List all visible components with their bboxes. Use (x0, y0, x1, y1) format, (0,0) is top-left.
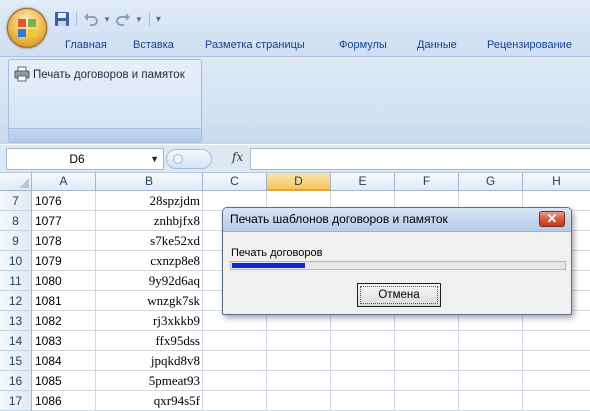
cell-b[interactable]: 9y92d6aq (96, 271, 202, 291)
tab-home[interactable]: Главная (51, 36, 123, 56)
cell-a[interactable]: 1079 (34, 251, 94, 271)
tab-formulas[interactable]: Формулы (329, 36, 407, 56)
insert-function-icon[interactable]: fx (232, 150, 243, 164)
cell-a[interactable]: 1082 (34, 311, 94, 331)
cell-a[interactable]: 1083 (34, 331, 94, 351)
printer-icon (14, 66, 30, 85)
dialog-body: Печать договоров Отмена (224, 233, 570, 313)
formula-expand-handle[interactable] (166, 149, 212, 169)
row-header[interactable]: 11 (0, 271, 32, 291)
cell-b[interactable]: znhbjfx8 (96, 211, 202, 231)
cell-a[interactable]: 1076 (34, 191, 94, 211)
print-contracts-label: Печать договоров и памяток (33, 69, 185, 81)
cell-a[interactable]: 1077 (34, 211, 94, 231)
column-header-e[interactable]: E (331, 173, 395, 191)
column-header-b[interactable]: B (96, 173, 203, 191)
column-header-h[interactable]: H (523, 173, 590, 191)
cell-b[interactable]: wnzgk7sk (96, 291, 202, 311)
ribbon: Печать договоров и памяток (0, 56, 590, 144)
row-header[interactable]: 14 (0, 331, 32, 351)
print-progress-dialog: Печать шаблонов договоров и памяток ✕ Пе… (222, 207, 572, 315)
office-logo-icon (18, 19, 36, 37)
cancel-button[interactable]: Отмена (357, 283, 441, 307)
column-header-f[interactable]: F (395, 173, 459, 191)
ribbon-tabs: Главная Вставка Разметка страницы Формул… (51, 36, 587, 56)
progress-bar (230, 261, 566, 270)
undo-dropdown-icon[interactable]: ▼ (103, 15, 111, 24)
toolbar-separator (148, 12, 150, 26)
toolbar-separator (76, 12, 77, 26)
row-header[interactable]: 13 (0, 311, 32, 331)
cell-b[interactable]: jpqkd8v8 (96, 351, 202, 371)
select-all-corner[interactable] (0, 173, 32, 191)
office-button[interactable] (7, 8, 47, 48)
name-box[interactable]: D6 ▼ (6, 148, 164, 170)
dialog-status-text: Печать договоров (231, 247, 323, 259)
select-all-icon (19, 178, 29, 188)
column-header-g[interactable]: G (459, 173, 523, 191)
name-box-value: D6 (69, 152, 85, 166)
row-header[interactable]: 9 (0, 231, 32, 251)
row-header[interactable]: 7 (0, 191, 32, 211)
cell-b[interactable]: qxr94s5f (96, 391, 202, 411)
row-header[interactable]: 10 (0, 251, 32, 271)
redo-icon[interactable] (115, 11, 131, 27)
column-header-d[interactable]: D (267, 173, 331, 191)
cell-b[interactable]: 5pmeat93 (96, 371, 202, 391)
row-header[interactable]: 17 (0, 391, 32, 411)
gridline (202, 191, 203, 411)
cell-a[interactable]: 1081 (34, 291, 94, 311)
cell-b[interactable]: 28spzjdm (96, 191, 202, 211)
close-icon: ✕ (546, 211, 558, 226)
print-contracts-button[interactable]: Печать договоров и памяток (14, 66, 185, 84)
tab-data[interactable]: Данные (407, 36, 477, 56)
tab-review[interactable]: Рецензирование (477, 36, 587, 56)
row-header[interactable]: 8 (0, 211, 32, 231)
formula-buttons: fx (166, 148, 250, 170)
dialog-title-bar[interactable]: Печать шаблонов договоров и памяток ✕ (223, 208, 571, 232)
tab-insert[interactable]: Вставка (123, 36, 195, 56)
title-bar: ▼ ▼ ▾ Главная Вставка Разметка страницы … (0, 0, 590, 56)
cell-a[interactable]: 1080 (34, 271, 94, 291)
customize-qat-icon[interactable]: ▾ (156, 14, 161, 25)
row-header[interactable]: 12 (0, 291, 32, 311)
circle-icon (173, 154, 183, 164)
cell-b[interactable]: ffx95dss (96, 331, 202, 351)
cell-a[interactable]: 1084 (34, 351, 94, 371)
undo-icon[interactable] (83, 11, 99, 27)
quick-access-toolbar: ▼ ▼ ▾ (54, 9, 161, 29)
redo-dropdown-icon[interactable]: ▼ (135, 15, 143, 24)
name-box-dropdown-icon[interactable]: ▼ (150, 154, 159, 164)
column-header-c[interactable]: C (203, 173, 267, 191)
ribbon-group-footer (9, 128, 201, 142)
formula-bar: D6 ▼ fx (0, 145, 590, 173)
cell-b[interactable]: s7ke52xd (96, 231, 202, 251)
tab-page-layout[interactable]: Разметка страницы (195, 36, 329, 56)
cell-b[interactable]: rj3xkkb9 (96, 311, 202, 331)
cell-b[interactable]: cxnzp8e8 (96, 251, 202, 271)
row-header[interactable]: 15 (0, 351, 32, 371)
ribbon-group: Печать договоров и памяток (8, 59, 202, 143)
row-header[interactable]: 16 (0, 371, 32, 391)
progress-bar-fill (232, 263, 305, 268)
dialog-title: Печать шаблонов договоров и памяток (230, 212, 448, 226)
column-header-a[interactable]: A (32, 173, 96, 191)
cell-a[interactable]: 1085 (34, 371, 94, 391)
cell-a[interactable]: 1078 (34, 231, 94, 251)
save-icon[interactable] (54, 11, 70, 27)
formula-input[interactable] (250, 148, 590, 170)
dialog-close-button[interactable]: ✕ (539, 211, 565, 227)
cell-a[interactable]: 1086 (34, 391, 94, 411)
